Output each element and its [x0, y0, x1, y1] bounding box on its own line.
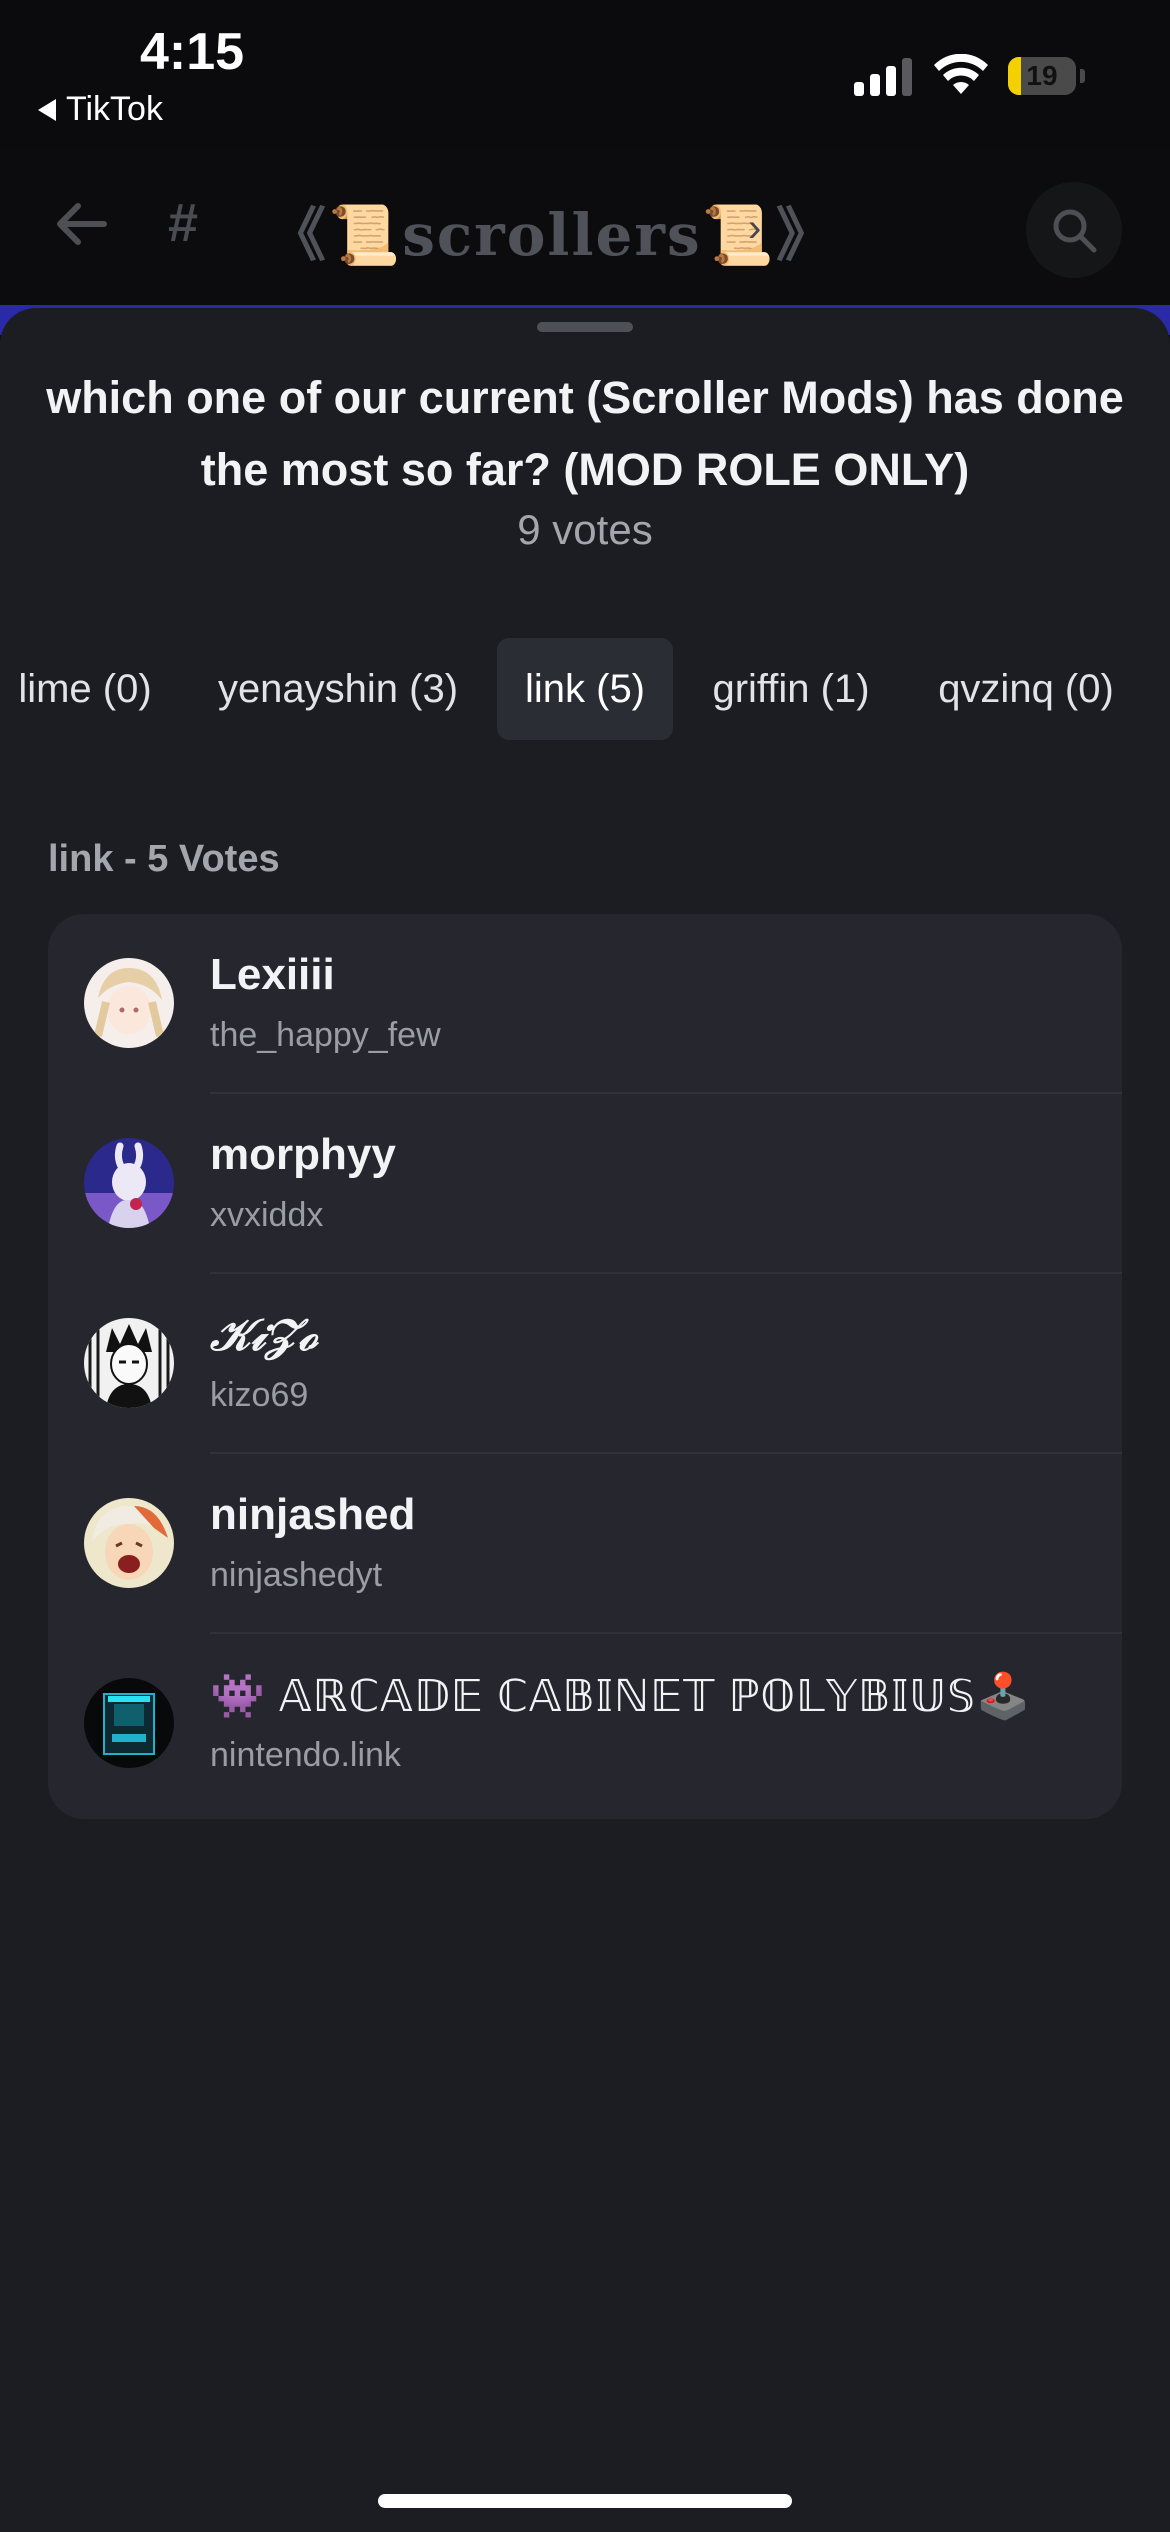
selected-answer-label: link - 5 Votes — [48, 838, 280, 880]
cellular-signal-icon — [854, 58, 912, 96]
voter-username: xvxiddx — [210, 1196, 324, 1234]
screen: 4:15 TikTok 19 # 《📜scrollers📜》 › which o… — [0, 0, 1170, 2532]
home-indicator[interactable] — [378, 2494, 792, 2508]
voter-row[interactable]: 𝒦𝒾𝒵ℴ kizo69 — [48, 1274, 1122, 1454]
chevron-right-icon: › — [748, 206, 762, 250]
back-to-app-link[interactable]: TikTok — [38, 90, 163, 129]
channel-hash-icon: # — [168, 193, 199, 253]
avatar — [84, 1138, 174, 1228]
total-votes: 9 votes — [517, 506, 653, 553]
back-arrow-icon[interactable] — [52, 194, 112, 254]
avatar — [84, 1498, 174, 1588]
voter-username: nintendo.link — [210, 1736, 401, 1774]
voter-username: ninjashedyt — [210, 1556, 383, 1594]
voter-row[interactable]: Lexiiii the_happy_few — [48, 914, 1122, 1094]
status-time: 4:15 — [140, 23, 245, 81]
avatar — [84, 958, 174, 1048]
back-triangle-icon — [38, 98, 56, 121]
voter-display-name: 👾 𝔸ℝℂ𝔸𝔻𝔼 ℂ𝔸𝔹𝕀ℕ𝔼𝕋 ℙ𝕆𝕃𝕐𝔹𝕀𝕌𝕊🕹️ — [210, 1672, 1032, 1721]
voter-username: kizo69 — [210, 1376, 309, 1414]
voter-display-name: Lexiiii — [210, 950, 335, 999]
poll-results-sheet: which one of our current (Scroller Mods)… — [0, 308, 1170, 2532]
voter-row[interactable]: morphyy xvxiddx — [48, 1094, 1122, 1274]
voter-list: Lexiiii the_happy_few morphyy xvxiddx 𝒦𝒾… — [48, 914, 1122, 1819]
voter-username: the_happy_few — [210, 1016, 441, 1054]
battery-percent: 19 — [1026, 60, 1058, 91]
answer-tabs: lime (0) yenayshin (3) link (5) griffin … — [0, 638, 1170, 740]
search-button[interactable] — [1026, 182, 1122, 278]
sheet-grabber[interactable] — [537, 322, 633, 332]
voter-display-name: ninjashed — [210, 1490, 416, 1539]
tab-griffin[interactable]: griffin (1) — [696, 638, 886, 740]
search-icon — [1053, 209, 1097, 253]
tab-yenayshin[interactable]: yenayshin (3) — [202, 638, 474, 740]
avatar — [84, 1678, 174, 1768]
channel-header: # 《📜scrollers📜》 › — [0, 150, 1170, 310]
tab-lime[interactable]: lime (0) — [0, 638, 170, 740]
voter-row[interactable]: ninjashed ninjashedyt — [48, 1454, 1122, 1634]
tab-qvzinq[interactable]: qvzinq (0) — [912, 638, 1140, 740]
battery-tip — [1080, 69, 1085, 83]
battery-icon: 19 — [1008, 57, 1076, 95]
wifi-icon — [934, 54, 988, 94]
voter-display-name: 𝒦𝒾𝒵ℴ — [210, 1310, 318, 1361]
poll-question: which one of our current (Scroller Mods)… — [46, 372, 1124, 495]
back-app-label: TikTok — [66, 90, 163, 128]
avatar — [84, 1318, 174, 1408]
voter-display-name: morphyy — [210, 1130, 396, 1179]
status-bar: 4:15 TikTok 19 — [0, 0, 1170, 150]
tab-link[interactable]: link (5) — [497, 638, 673, 740]
voter-row[interactable]: 👾 𝔸ℝℂ𝔸𝔻𝔼 ℂ𝔸𝔹𝕀ℕ𝔼𝕋 ℙ𝕆𝕃𝕐𝔹𝕀𝕌𝕊🕹️ nintendo.lin… — [48, 1634, 1122, 1814]
